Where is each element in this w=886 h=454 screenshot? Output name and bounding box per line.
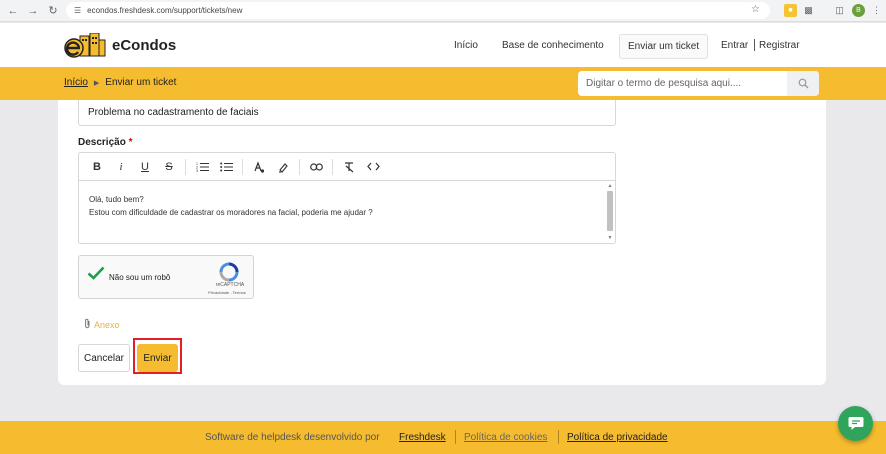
breadcrumb-home-link[interactable]: Início [64, 77, 88, 88]
recaptcha-logo-icon [219, 262, 239, 282]
chat-bubble-icon [848, 417, 863, 430]
profile-avatar[interactable]: B [852, 4, 865, 17]
bookmark-star-icon[interactable]: ☆ [751, 4, 760, 15]
nav-submit-ticket[interactable]: Enviar um ticket [619, 34, 709, 59]
extension-icon[interactable]: ■ [784, 4, 797, 17]
breadcrumb-bar: Início ▶ Enviar um ticket Digitar o termo … [0, 67, 886, 100]
ordered-list-icon[interactable]: 123 [190, 157, 214, 177]
site-info-icon[interactable]: ☰ [74, 6, 81, 15]
bold-button[interactable]: B [85, 157, 109, 177]
code-view-icon[interactable] [361, 157, 385, 177]
menu-kebab-icon[interactable]: ⋮ [870, 4, 883, 17]
editor-scrollbar[interactable]: ▲ ▼ [606, 183, 614, 241]
recaptcha-checkmark-icon[interactable] [87, 266, 105, 280]
italic-button[interactable]: i [109, 157, 133, 177]
back-icon[interactable]: ← [6, 4, 20, 18]
editor-toolbar: B i U S 123 [79, 153, 615, 181]
footer-divider [558, 430, 559, 444]
search-button[interactable] [787, 71, 819, 96]
econdos-logo-icon[interactable] [64, 32, 106, 59]
nav-inicio[interactable]: Início [454, 40, 478, 51]
scroll-down-icon[interactable]: ▼ [606, 235, 614, 241]
strikethrough-button[interactable]: S [157, 157, 181, 177]
breadcrumb: Início ▶ Enviar um ticket [64, 77, 176, 88]
footer-freshdesk-link[interactable]: Freshdesk [399, 432, 446, 443]
chat-widget-button[interactable] [838, 406, 873, 441]
ticket-form-card: Problema no cadastramento de faciais Des… [58, 100, 826, 385]
description-line: Olá, tudo bem? [89, 195, 144, 204]
recaptcha-widget: Não sou um robô reCAPTCHA Privacidade - … [78, 255, 254, 299]
search-box: Digitar o termo de pesquisa aqui.... [578, 71, 819, 96]
underline-button[interactable]: U [133, 157, 157, 177]
forward-icon[interactable]: → [26, 4, 40, 18]
reload-icon[interactable]: ↻ [46, 4, 60, 18]
breadcrumb-arrow-icon: ▶ [93, 80, 100, 87]
nav-divider [754, 39, 755, 51]
brand-name[interactable]: eCondos [112, 37, 176, 54]
footer: Software de helpdesk desenvolvido por Fr… [0, 421, 886, 454]
search-input[interactable]: Digitar o termo de pesquisa aqui.... [586, 78, 741, 89]
toolbar-divider [332, 158, 333, 175]
cancel-button[interactable]: Cancelar [78, 344, 130, 372]
recaptcha-brand: reCAPTCHA [215, 282, 245, 288]
toolbar-divider [242, 158, 243, 175]
highlight-icon[interactable] [271, 157, 295, 177]
nav-login[interactable]: Entrar [721, 40, 748, 51]
extensions-puzzle-icon[interactable]: ▩ [802, 4, 815, 17]
breadcrumb-current: Enviar um ticket [105, 77, 177, 88]
footer-divider [455, 430, 456, 444]
description-line: Estou com dificuldade de cadastrar os mo… [89, 208, 373, 217]
description-label-text: Descrição [78, 137, 126, 148]
toolbar-divider [185, 158, 186, 175]
nav-register[interactable]: Registrar [759, 40, 800, 51]
paperclip-icon [84, 318, 91, 331]
nav-knowledge-base[interactable]: Base de conhecimento [502, 40, 604, 51]
clear-format-icon[interactable] [337, 157, 361, 177]
attachment-label: Anexo [94, 319, 120, 330]
svg-text:3: 3 [196, 169, 198, 172]
attachment-link[interactable]: Anexo [84, 318, 120, 331]
bullet-list-icon[interactable] [214, 157, 238, 177]
description-editor: B i U S 123 Olá, tudo bem? Estou com dif… [78, 152, 616, 244]
search-icon [798, 78, 808, 89]
submit-button[interactable]: Enviar [137, 344, 178, 372]
required-mark: * [128, 137, 133, 148]
recaptcha-label: Não sou um robô [109, 273, 171, 282]
footer-cookies-link[interactable]: Política de cookies [464, 432, 547, 443]
browser-toolbar: ← → ↻ ☰ econdos.freshdesk.com/support/ti… [0, 0, 886, 22]
description-label: Descrição * [78, 137, 133, 148]
toolbar-divider [299, 158, 300, 175]
sidebar-icon[interactable]: ◫ [833, 4, 846, 17]
scroll-up-icon[interactable]: ▲ [606, 183, 614, 189]
link-icon[interactable] [304, 157, 328, 177]
description-text[interactable]: Olá, tudo bem? Estou com dificuldade de … [89, 193, 373, 219]
font-color-icon[interactable] [247, 157, 271, 177]
recaptcha-terms-link[interactable]: Privacidade - Termos [199, 290, 255, 295]
footer-text: Software de helpdesk desenvolvido por [205, 432, 380, 443]
site-header: eCondos Início Base de conhecimento Envi… [0, 23, 886, 67]
footer-privacy-link[interactable]: Política de privacidade [567, 432, 668, 443]
scrollbar-thumb[interactable] [607, 191, 613, 231]
subject-field[interactable]: Problema no cadastramento de faciais [78, 100, 616, 126]
address-bar[interactable]: ☰ econdos.freshdesk.com/support/tickets/… [66, 2, 770, 19]
url-text: econdos.freshdesk.com/support/tickets/ne… [87, 6, 243, 15]
